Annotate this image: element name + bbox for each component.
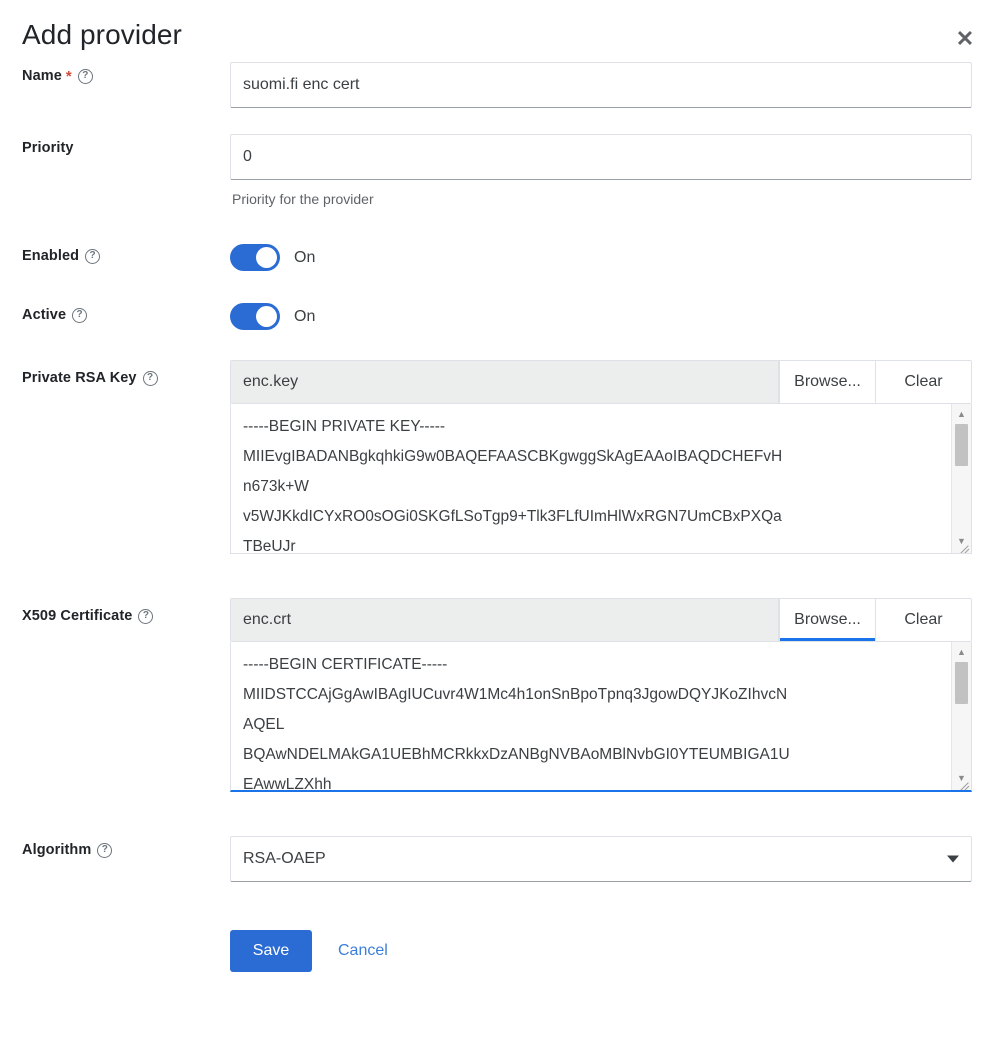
help-circle-icon-active[interactable]: ?	[72, 307, 88, 323]
x509-certificate-textarea[interactable]: -----BEGIN CERTIFICATE----- MIIDSTCCAjGg…	[230, 642, 972, 792]
field-actions: Save Cancel	[230, 926, 972, 972]
label-algorithm: Algorithm ?	[22, 836, 230, 858]
private-rsa-key-label-text: Private RSA Key	[22, 370, 137, 386]
field-row-x509-certificate: X509 Certificate ? enc.crt Browse... Cle…	[22, 598, 972, 792]
page-title: Add provider	[22, 19, 182, 50]
field-algorithm: RSA-OAEP	[230, 836, 972, 882]
field-priority: Priority for the provider	[230, 134, 972, 208]
scrollbar-thumb[interactable]	[955, 424, 968, 466]
help-circle-icon-private-rsa-key[interactable]: ?	[142, 370, 158, 386]
label-active: Active ?	[22, 301, 230, 323]
algorithm-select[interactable]: RSA-OAEP	[230, 836, 972, 882]
form-actions-row: Save Cancel	[22, 926, 972, 972]
label-x509-certificate: X509 Certificate ?	[22, 598, 230, 624]
x509-certificate-label-text: X509 Certificate	[22, 608, 133, 624]
x509-certificate-browse-button[interactable]: Browse...	[779, 599, 875, 641]
private-rsa-key-clear-button[interactable]: Clear	[875, 361, 971, 403]
label-name: Name * ?	[22, 62, 230, 84]
resize-grip-icon[interactable]	[958, 777, 970, 790]
active-label-text: Active	[22, 307, 67, 323]
x509-certificate-file-name: enc.crt	[231, 599, 779, 641]
active-toggle[interactable]	[230, 303, 280, 330]
private-rsa-key-browse-button[interactable]: Browse...	[779, 361, 875, 403]
field-active: On	[230, 301, 972, 330]
cancel-button[interactable]: Cancel	[334, 942, 392, 960]
enabled-state-label: On	[294, 248, 316, 266]
field-row-enabled: Enabled ? On	[22, 242, 972, 271]
field-name	[230, 62, 972, 108]
label-priority: Priority	[22, 134, 230, 156]
scroll-up-icon[interactable]: ▲	[952, 406, 971, 422]
private-rsa-key-textarea[interactable]: -----BEGIN PRIVATE KEY----- MIIEvgIBADAN…	[230, 404, 972, 554]
private-rsa-key-file-name: enc.key	[231, 361, 779, 403]
field-row-algorithm: Algorithm ? RSA-OAEP	[22, 836, 972, 882]
field-row-active: Active ? On	[22, 301, 972, 330]
dialog-header: Add provider ✕	[0, 0, 994, 62]
help-circle-icon-enabled[interactable]: ?	[85, 248, 101, 264]
resize-grip-icon[interactable]	[958, 540, 970, 553]
scrollbar-thumb[interactable]	[955, 662, 968, 704]
priority-hint: Priority for the provider	[232, 191, 374, 207]
algorithm-selected-value: RSA-OAEP	[243, 850, 326, 867]
field-enabled: On	[230, 242, 972, 271]
algorithm-label-text: Algorithm	[22, 842, 92, 858]
priority-input[interactable]	[230, 134, 972, 180]
field-x509-certificate: enc.crt Browse... Clear -----BEGIN CERTI…	[230, 598, 972, 792]
x509-certificate-clear-button[interactable]: Clear	[875, 599, 971, 641]
help-circle-icon-algorithm[interactable]: ?	[97, 842, 113, 858]
field-row-private-rsa-key: Private RSA Key ? enc.key Browse... Clea…	[22, 360, 972, 554]
field-row-priority: Priority Priority for the provider	[22, 134, 972, 208]
enabled-toggle[interactable]	[230, 244, 280, 271]
help-circle-icon-name[interactable]: ?	[77, 68, 93, 84]
x509-certificate-scrollbar[interactable]: ▲ ▼	[951, 642, 971, 790]
private-rsa-key-file-row: enc.key Browse... Clear	[230, 360, 972, 404]
field-row-name: Name * ?	[22, 62, 972, 108]
private-rsa-key-scrollbar[interactable]: ▲ ▼	[951, 404, 971, 553]
actions-spacer	[22, 926, 230, 932]
private-rsa-key-content: -----BEGIN PRIVATE KEY----- MIIEvgIBADAN…	[243, 418, 783, 553]
name-label-text: Name	[22, 68, 62, 84]
name-input[interactable]	[230, 62, 972, 108]
close-icon[interactable]: ✕	[952, 26, 978, 52]
x509-certificate-file-row: enc.crt Browse... Clear	[230, 598, 972, 642]
add-provider-form: Name * ? Priority Priority for the provi…	[0, 62, 994, 972]
help-circle-icon-x509-certificate[interactable]: ?	[138, 608, 154, 624]
label-private-rsa-key: Private RSA Key ?	[22, 360, 230, 386]
enabled-label-text: Enabled	[22, 248, 80, 264]
required-marker: *	[65, 67, 72, 85]
x509-certificate-content: -----BEGIN CERTIFICATE----- MIIDSTCCAjGg…	[243, 656, 790, 790]
scroll-up-icon[interactable]: ▲	[952, 644, 971, 660]
field-private-rsa-key: enc.key Browse... Clear -----BEGIN PRIVA…	[230, 360, 972, 554]
priority-label-text: Priority	[22, 140, 74, 156]
label-enabled: Enabled ?	[22, 242, 230, 264]
active-state-label: On	[294, 307, 316, 325]
save-button[interactable]: Save	[230, 930, 312, 972]
